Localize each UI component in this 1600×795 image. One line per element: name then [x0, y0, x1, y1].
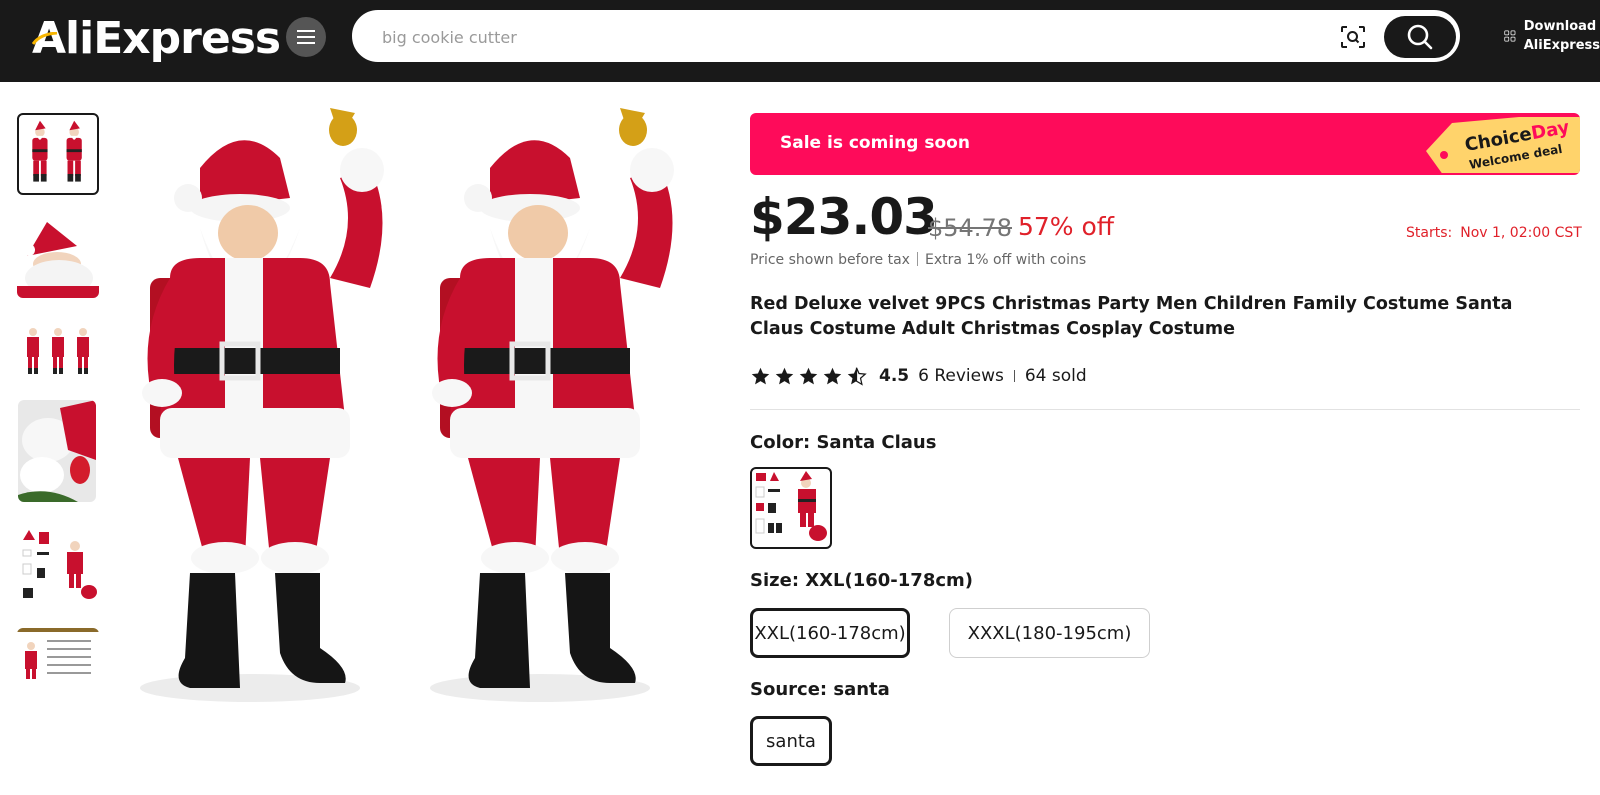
coins-note: Extra 1% off with coins — [924, 252, 1087, 268]
logo-text: AliExpress — [32, 12, 281, 64]
thumbnail-fabric-closeup-image — [18, 400, 96, 502]
thumbnail-5[interactable] — [17, 528, 99, 610]
current-price: $23.03 — [750, 188, 938, 246]
star-icon — [775, 367, 794, 384]
top-header: AliExpress big cookie cutter Download Al… — [0, 0, 1600, 82]
source-option-santa[interactable]: santa — [750, 716, 832, 766]
rating-row: 4.5 6 Reviews 64 sold — [750, 364, 1087, 388]
menu-icon — [297, 30, 315, 44]
star-icon — [823, 367, 842, 384]
section-divider — [750, 409, 1580, 410]
price-notes: Price shown before tax Extra 1% off with … — [750, 252, 1086, 268]
search-input[interactable] — [382, 22, 1322, 52]
color-swatch-image — [755, 471, 827, 541]
thumbnail-santa-face-image — [17, 222, 99, 298]
camera-search-icon — [1341, 26, 1365, 48]
size-option-xxl[interactable]: XXL(160-178cm) — [750, 608, 910, 658]
source-label: Source: santa — [750, 679, 890, 700]
color-option-santa-claus[interactable] — [750, 467, 832, 549]
star-rating — [750, 366, 867, 387]
thumbnail-6[interactable] — [17, 628, 99, 690]
thumbnail-santa-pair-image — [32, 120, 82, 182]
main-product-image — [140, 108, 674, 702]
note-divider — [916, 252, 918, 266]
starts-value: Nov 1, 02:00 CST — [1460, 225, 1582, 241]
thumbnail-4[interactable] — [18, 400, 96, 502]
search-bar — [352, 10, 1460, 62]
star-icon — [799, 367, 818, 384]
santa-figure-right — [432, 108, 674, 688]
qr-code-icon — [1504, 30, 1516, 42]
starts-label: Starts: — [1406, 225, 1453, 241]
logo-swoosh-icon — [32, 32, 58, 45]
discount-badge: 57% off — [1018, 212, 1115, 241]
image-search-button[interactable] — [1337, 22, 1369, 52]
thumbnail-santa-views-image — [27, 328, 89, 374]
rating-value: 4.5 — [879, 366, 910, 386]
thumbnail-2[interactable] — [17, 216, 99, 298]
size-label: Size: XXL(160-178cm) — [750, 570, 974, 591]
thumbnail-size-chart-image — [17, 628, 99, 679]
menu-button[interactable] — [286, 17, 326, 57]
download-app-link[interactable]: Download AliExpress — [1504, 14, 1600, 58]
download-line2: AliExpress — [1523, 38, 1600, 53]
choice-day-tag: ChoiceDay Welcome deal — [1426, 117, 1580, 173]
size-option-xxxl[interactable]: XXXL(180-195cm) — [949, 608, 1150, 658]
thumbnail-costume-pieces-image — [22, 530, 97, 599]
half-star-icon — [847, 367, 867, 386]
original-price: $54.78 — [928, 214, 1012, 242]
search-icon — [1407, 24, 1433, 50]
color-label: Color: Santa Claus — [750, 432, 937, 453]
sale-text: Sale is coming soon — [780, 133, 970, 153]
rating-divider — [1013, 370, 1015, 382]
sold-count: 64 sold — [1024, 366, 1087, 386]
thumbnail-1[interactable] — [17, 113, 99, 195]
sale-start-time: Starts: Nov 1, 02:00 CST — [1406, 225, 1582, 241]
thumbnail-3[interactable] — [17, 312, 99, 394]
sale-banner: Sale is coming soon ChoiceDay Welcome de… — [750, 113, 1580, 175]
aliexpress-logo[interactable]: AliExpress — [32, 10, 281, 66]
tax-note: Price shown before tax — [750, 252, 910, 268]
star-icon — [751, 367, 770, 384]
search-button[interactable] — [1384, 16, 1456, 58]
reviews-link[interactable]: 6 Reviews — [918, 366, 1004, 386]
download-text: Download AliExpress — [1524, 17, 1600, 55]
santa-figure-left — [142, 108, 384, 688]
download-line1: Download — [1523, 19, 1597, 34]
product-title: Red Deluxe velvet 9PCS Christmas Party M… — [750, 294, 1513, 339]
